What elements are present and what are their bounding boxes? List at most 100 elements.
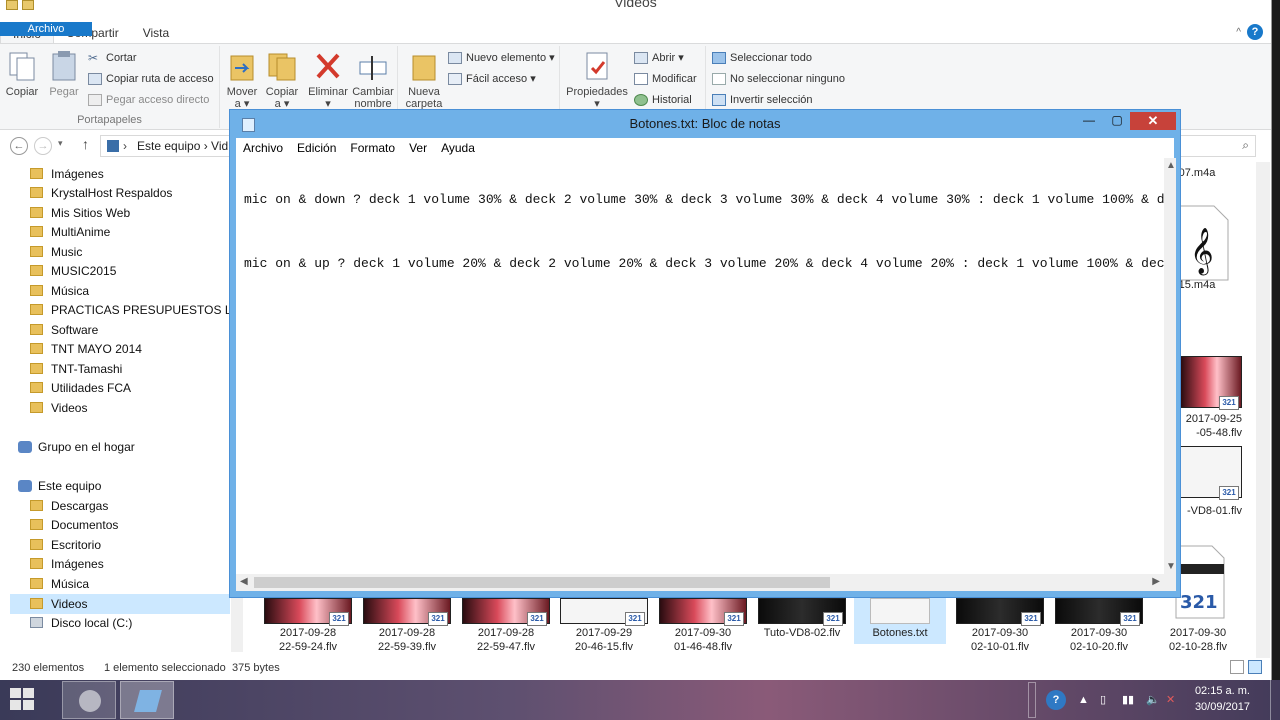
- notepad-text-area[interactable]: mic on & down ? deck 1 volume 30% & deck…: [236, 158, 1164, 574]
- scroll-left-icon[interactable]: ◀: [240, 576, 248, 587]
- delete-x-icon: [316, 53, 340, 79]
- start-button[interactable]: [10, 688, 36, 712]
- large-icons-view-icon[interactable]: [1248, 660, 1262, 674]
- copy-path-button[interactable]: Copiar ruta de acceso: [88, 69, 214, 89]
- folder-icon: [30, 285, 43, 297]
- invert-selection-icon: [712, 94, 726, 107]
- rename-button[interactable]: Cambiar nombre: [350, 48, 396, 110]
- show-desktop-button[interactable]: [1270, 680, 1280, 720]
- system-clock[interactable]: 02:15 a. m. 30/09/2017: [1195, 683, 1250, 715]
- notepad-window: Botones.txt: Bloc de notas — ▢ ✕ Archivo…: [229, 109, 1181, 598]
- taskbar-notepad[interactable]: [120, 681, 174, 719]
- sidebar-item-multianime[interactable]: MultiAnime: [10, 222, 230, 242]
- status-bar: 230 elementos 1 elemento seleccionado 37…: [0, 658, 1272, 678]
- scroll-up-icon[interactable]: ▲: [1166, 160, 1176, 171]
- paste-shortcut-button[interactable]: Pegar acceso directo: [88, 90, 209, 110]
- new-item-button[interactable]: Nuevo elemento ▾: [448, 48, 555, 68]
- close-button[interactable]: ✕: [1130, 112, 1176, 130]
- sidebar-item-escritorio[interactable]: Escritorio: [10, 535, 230, 555]
- breadcrumb[interactable]: Este equipo › Vid: [137, 139, 228, 153]
- sidebar-item-musica-pc[interactable]: Música: [10, 574, 230, 594]
- menu-formato[interactable]: Formato: [343, 138, 402, 158]
- action-center-icon[interactable]: ✕: [1166, 680, 1175, 720]
- show-hidden-icons-icon[interactable]: ▲: [1078, 680, 1089, 720]
- menu-edicion[interactable]: Edición: [290, 138, 343, 158]
- windows-logo-icon: [10, 688, 21, 698]
- address-bar[interactable]: › Este equipo › Vid: [100, 135, 240, 157]
- taskbar-speaker-app[interactable]: [62, 681, 116, 719]
- device-icon[interactable]: ▯: [1100, 680, 1106, 720]
- chevron-down-icon[interactable]: ▾: [58, 138, 63, 149]
- sidebar-item-tnt-mayo[interactable]: TNT MAYO 2014: [10, 339, 230, 359]
- copy-to-button[interactable]: Copiar a ▾: [262, 48, 302, 110]
- text-line: mic on & up ? deck 1 volume 20% & deck 2…: [244, 256, 1164, 271]
- help-icon[interactable]: ?: [1247, 24, 1263, 40]
- sidebar-item-imagenes[interactable]: Imágenes: [10, 164, 230, 184]
- sidebar-item-disco-local[interactable]: Disco local (C:): [10, 613, 230, 633]
- scissors-icon: ✂: [88, 51, 99, 66]
- sidebar-item-mis-sitios-web[interactable]: Mis Sitios Web: [10, 203, 230, 223]
- forward-icon[interactable]: →: [34, 137, 52, 155]
- invert-selection-button[interactable]: Invertir selección: [712, 90, 813, 110]
- delete-button[interactable]: Eliminar ▾: [306, 48, 350, 110]
- sidebar-item-this-pc[interactable]: Este equipo: [10, 476, 230, 496]
- sidebar-item-documentos[interactable]: Documentos: [10, 515, 230, 535]
- details-view-icon[interactable]: [1230, 660, 1244, 674]
- properties-button[interactable]: Propiedades ▾: [564, 48, 630, 110]
- scroll-right-icon[interactable]: ▶: [1152, 576, 1160, 587]
- select-all-button[interactable]: Seleccionar todo: [712, 48, 812, 68]
- up-arrow-icon[interactable]: ↑: [82, 136, 89, 152]
- clock-date: 30/09/2017: [1194, 701, 1250, 713]
- back-icon[interactable]: ←: [10, 137, 28, 155]
- sidebar-item-tnt-tamashi[interactable]: TNT-Tamashi: [10, 359, 230, 379]
- search-input[interactable]: ⌕: [1176, 135, 1256, 157]
- size-grip[interactable]: [1164, 574, 1176, 591]
- history-button[interactable]: Historial: [634, 90, 692, 110]
- sidebar-item-software[interactable]: Software: [10, 320, 230, 340]
- file-item-selected[interactable]: Botones.txt: [854, 598, 946, 644]
- content-scrollbar[interactable]: [1256, 162, 1270, 658]
- sidebar-item-videos-user[interactable]: Videos: [10, 398, 230, 418]
- cut-button[interactable]: ✂ Cortar: [88, 48, 137, 68]
- sidebar-item-krystalhost[interactable]: KrystalHost Respaldos: [10, 183, 230, 203]
- chevron-up-icon[interactable]: ^: [1236, 27, 1241, 38]
- selection-size: 375 bytes: [232, 662, 280, 674]
- video-thumbnail: 321: [1180, 356, 1242, 410]
- vertical-scrollbar[interactable]: ▲ ▼: [1164, 158, 1176, 574]
- sidebar-item-practicas[interactable]: PRACTICAS PRESUPUESTOS LAURA F: [10, 300, 230, 320]
- media-player-icon: 321: [1219, 396, 1239, 410]
- sidebar-item-music2015[interactable]: MUSIC2015: [10, 261, 230, 281]
- sidebar-item-homegroup[interactable]: Grupo en el hogar: [10, 437, 230, 457]
- folder-icon: [30, 382, 43, 394]
- paste-button[interactable]: Pegar: [42, 48, 86, 98]
- menu-archivo[interactable]: Archivo: [236, 138, 290, 158]
- help-tray-icon[interactable]: ?: [1046, 680, 1066, 720]
- copy-button[interactable]: Copiar: [2, 48, 42, 98]
- horizontal-scrollbar[interactable]: ◀ ▶: [236, 574, 1164, 591]
- network-icon[interactable]: ▮▮: [1122, 680, 1134, 720]
- new-folder-button[interactable]: Nueva carpeta: [402, 48, 446, 110]
- scroll-down-icon[interactable]: ▼: [1166, 561, 1176, 572]
- maximize-button[interactable]: ▢: [1104, 112, 1130, 130]
- tab-archivo[interactable]: Archivo: [0, 22, 92, 36]
- volume-icon[interactable]: 🔈: [1146, 680, 1160, 720]
- folder-icon: [30, 402, 43, 414]
- easy-access-button[interactable]: Fácil acceso ▾: [448, 69, 536, 89]
- sidebar-item-music[interactable]: Music: [10, 242, 230, 262]
- sidebar-item-videos[interactable]: Videos: [10, 594, 230, 614]
- menu-ver[interactable]: Ver: [402, 138, 434, 158]
- history-icon: [634, 94, 648, 107]
- minimize-button[interactable]: —: [1076, 112, 1102, 130]
- tab-vista[interactable]: Vista: [131, 22, 181, 43]
- open-button[interactable]: Abrir ▾: [634, 48, 684, 68]
- sidebar-item-musica[interactable]: Música: [10, 281, 230, 301]
- edit-button[interactable]: Modificar: [634, 69, 697, 89]
- menu-ayuda[interactable]: Ayuda: [434, 138, 482, 158]
- select-none-button[interactable]: No seleccionar ninguno: [712, 69, 845, 89]
- select-none-icon: [712, 73, 726, 86]
- sidebar-item-imagenes-pc[interactable]: Imágenes: [10, 554, 230, 574]
- sidebar-item-utilidades[interactable]: Utilidades FCA: [10, 378, 230, 398]
- sidebar-item-descargas[interactable]: Descargas: [10, 496, 230, 516]
- horizontal-scroll-thumb[interactable]: [254, 577, 830, 588]
- move-to-button[interactable]: Mover a ▾: [222, 48, 262, 110]
